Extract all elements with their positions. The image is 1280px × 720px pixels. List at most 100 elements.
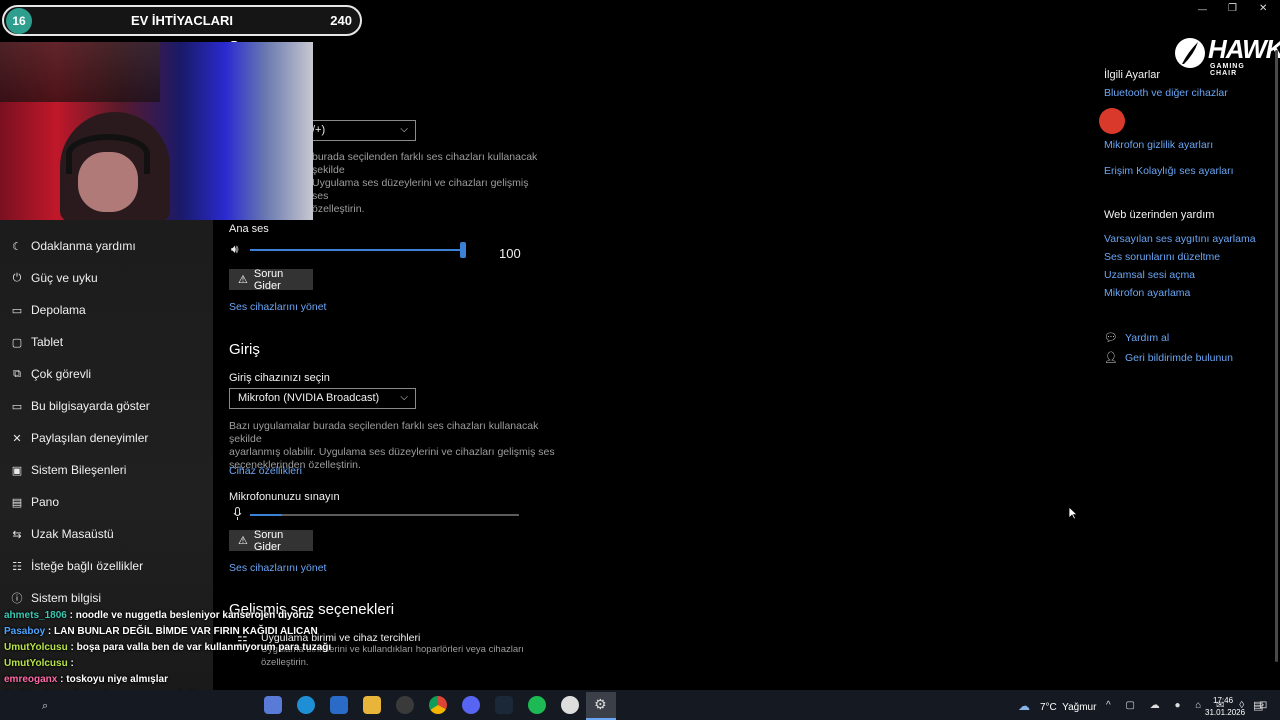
chat-text: : noodle ve nuggetla besleniyor kanseroj…: [69, 610, 314, 621]
web-help-title: Web üzerinden yardım: [1104, 209, 1215, 221]
input-section-title: Giriş: [229, 341, 260, 358]
desc-line: özelleştirin.: [261, 657, 309, 668]
speaker-icon: 🔊︎: [231, 242, 239, 256]
tray-icons[interactable]: ^ ▢ ☁ ● ⌂ ✉ ◊ ⊡: [1106, 700, 1273, 711]
spotify-icon[interactable]: [528, 696, 546, 714]
mic-level-fill: [250, 514, 283, 516]
edge-icon[interactable]: [297, 696, 315, 714]
minimize-button[interactable]: —: [1198, 4, 1207, 14]
restore-button[interactable]: ❐: [1228, 3, 1237, 14]
sidebar-item-3[interactable]: ▢ Tablet: [0, 326, 213, 358]
chat-text: : toskoyu niye almışlar: [60, 674, 168, 685]
chat-text: : LAN BUNLAR DEĞİL BİMDE VAR FIRIN KAĞID…: [47, 626, 318, 637]
components-icon: ▣: [11, 464, 23, 477]
bluetooth-link[interactable]: Bluetooth ve diğer cihazlar: [1104, 87, 1228, 99]
close-button[interactable]: ✕: [1259, 3, 1267, 14]
clock-time[interactable]: 17:46: [1213, 696, 1233, 705]
chat-username: emreoganx: [4, 674, 58, 685]
sidebar-item-label: Sistem Bileşenleri: [31, 463, 127, 477]
chat-message: Pasaboy : LAN BUNLAR DEĞİL BİMDE VAR FIR…: [4, 626, 318, 637]
sidebar-item-9[interactable]: ⇆ Uzak Masaüstü: [0, 518, 213, 550]
sidebar-item-label: Uzak Masaüstü: [31, 527, 114, 541]
sidebar-item-5[interactable]: ▭ Bu bilgisayarda göster: [0, 390, 213, 422]
input-device-value: Mikrofon (NVIDIA Broadcast): [238, 392, 380, 404]
mic-privacy-link[interactable]: Mikrofon gizlilik ayarları: [1104, 139, 1213, 151]
web-help-link-fix-sound[interactable]: Ses sorunlarını düzeltme: [1104, 251, 1220, 263]
output-troubleshoot-button[interactable]: ⚠ Sorun Gider: [229, 268, 313, 292]
web-help-link-microphone[interactable]: Mikrofon ayarlama: [1104, 287, 1190, 299]
info-icon: ⓘ: [11, 593, 23, 605]
multitask-icon: ⧉: [13, 367, 21, 380]
master-volume-label: Ana ses: [229, 223, 269, 235]
power-icon: ⏻: [12, 271, 22, 284]
sidebar-item-0[interactable]: ☾ Odaklanma yardımı: [0, 230, 213, 262]
weather-icon: ☁: [1018, 699, 1030, 713]
input-device-select[interactable]: Mikrofon (NVIDIA Broadcast) ⌵: [229, 388, 416, 409]
outlook-icon[interactable]: [330, 696, 348, 714]
output-manage-devices-link[interactable]: Ses cihazlarını yönet: [229, 301, 326, 313]
scrollbar[interactable]: [1275, 50, 1278, 662]
master-volume-thumb[interactable]: [460, 242, 466, 258]
goal-value: 240: [330, 13, 352, 28]
headphones: [66, 134, 150, 174]
sidebar-item-label: Bu bilgisayarda göster: [31, 399, 150, 413]
chrome-icon[interactable]: [429, 696, 447, 714]
clock-date[interactable]: 31.01.2026: [1205, 708, 1245, 717]
chat-message: emreoganx : toskoyu niye almışlar: [4, 674, 168, 685]
chat-text: :: [70, 658, 74, 669]
feedback-icon: 👤︎: [1104, 352, 1118, 364]
desc-line: ayarlanmış olabilir. Uygulama ses düzeyl…: [229, 446, 555, 458]
settings-taskbar-button[interactable]: ⚙: [586, 692, 616, 720]
master-volume-value: 100: [499, 246, 521, 261]
web-help-link-default-device[interactable]: Varsayılan ses aygıtını ayarlama: [1104, 233, 1256, 245]
sidebar-item-1[interactable]: ⏻ Güç ve uyku: [0, 262, 213, 294]
get-help-link[interactable]: Yardım al: [1125, 332, 1169, 344]
microphone-icon: [233, 507, 242, 521]
sidebar-item-10[interactable]: ☷ İsteğe bağlı özellikler: [0, 550, 213, 582]
brand-name: HAWK: [1208, 34, 1280, 64]
sidebar-item-label: Güç ve uyku: [31, 271, 98, 285]
chat-username: UmutYolcusu: [4, 658, 68, 669]
sidebar-item-label: Sistem bilgisi: [31, 591, 102, 605]
discord-icon[interactable]: [462, 696, 480, 714]
sidebar-item-label: Paylaşılan deneyimler: [31, 431, 149, 445]
hawk-logo: HAWK GAMING CHAIR: [1174, 34, 1280, 77]
chat-username: UmutYolcusu: [4, 642, 68, 653]
steam-icon[interactable]: [495, 696, 513, 714]
weather-text[interactable]: 7°C Yağmur: [1040, 702, 1096, 713]
app-icon-1[interactable]: [264, 696, 282, 714]
microphone-svg: [233, 507, 242, 520]
chat-message: UmutYolcusu :: [4, 658, 74, 669]
chat-username: Pasaboy: [4, 626, 46, 637]
input-choose-label: Giriş cihazınızı seçin: [229, 372, 330, 384]
goal-bar: 16 EV İHTİYACLARI 240: [2, 5, 362, 36]
sidebar-item-8[interactable]: ▤ Pano: [0, 486, 213, 518]
sidebar-item-2[interactable]: ▭ Depolama: [0, 294, 213, 326]
accessibility-audio-link[interactable]: Erişim Kolaylığı ses ayarları: [1104, 165, 1234, 177]
chevron-down-icon: ⌵: [400, 124, 408, 135]
notification-icon[interactable]: ▤: [1253, 699, 1263, 712]
chat-username: ahmets_1806: [4, 610, 67, 621]
sidebar-item-6[interactable]: ✕ Paylaşılan deneyimler: [0, 422, 213, 454]
remote-icon: ⇆: [12, 528, 22, 541]
mic-test-label: Mikrofonunuzu sınayın: [229, 491, 340, 503]
chat-message: UmutYolcusu : boşa para valla ben de var…: [4, 642, 331, 653]
web-help-link-spatial[interactable]: Uzamsal sesi açma: [1104, 269, 1195, 281]
file-explorer-icon[interactable]: [363, 696, 381, 714]
sidebar-item-7[interactable]: ▣ Sistem Bileşenleri: [0, 454, 213, 486]
mic-level-track: [250, 514, 519, 516]
chat-message: ahmets_1806 : noodle ve nuggetla besleni…: [4, 610, 314, 621]
search-icon[interactable]: ⌕: [42, 700, 48, 713]
xbox-icon[interactable]: [396, 696, 414, 714]
project-icon: ▭: [11, 400, 23, 413]
share-icon: ✕: [12, 432, 22, 445]
webcam-overlay: [0, 42, 313, 220]
sidebar-item-4[interactable]: ⧉ Çok görevli: [0, 358, 213, 390]
obs-icon[interactable]: [561, 696, 579, 714]
feedback-link[interactable]: Geri bildirimde bulunun: [1125, 352, 1233, 364]
device-properties-link[interactable]: Cihaz özellikleri: [229, 465, 302, 477]
input-troubleshoot-button[interactable]: ⚠ Sorun Gider: [229, 529, 313, 553]
sidebar-item-label: Odaklanma yardımı: [31, 239, 136, 253]
sidebar-item-label: Pano: [31, 495, 60, 509]
input-manage-devices-link[interactable]: Ses cihazlarını yönet: [229, 562, 326, 574]
